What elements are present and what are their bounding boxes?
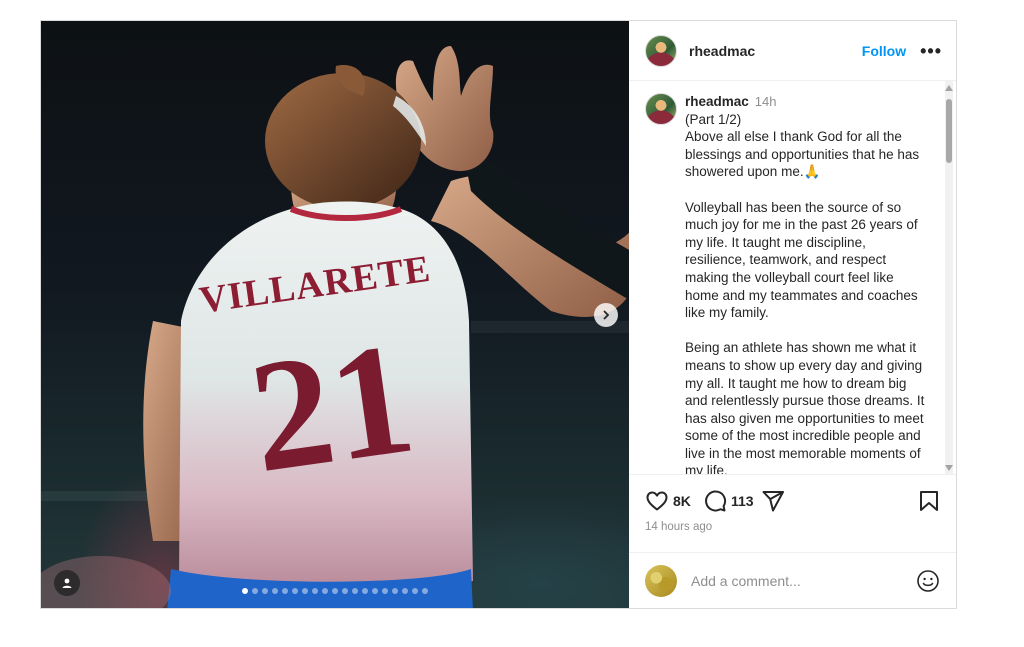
comment-input[interactable] <box>689 571 916 590</box>
like-button[interactable]: 8K <box>645 489 691 513</box>
caption-scroll-area[interactable]: rheadmac 14h (Part 1/2) Above all else I … <box>629 81 956 474</box>
post-actions: 8K 113 14 hours ago <box>629 474 956 552</box>
carousel-indicator <box>41 588 629 594</box>
next-slide-button[interactable] <box>594 303 618 327</box>
caption-time[interactable]: 14h <box>755 94 777 109</box>
carousel-dot <box>242 588 248 594</box>
caption: rheadmac 14h (Part 1/2) Above all else I … <box>629 81 956 474</box>
caption-paragraph: Volleyball has been the source of so muc… <box>685 199 918 321</box>
caption-body: rheadmac 14h (Part 1/2) Above all else I … <box>685 93 925 474</box>
save-button[interactable] <box>918 489 940 513</box>
post-header: rheadmac Follow ••• <box>629 21 956 81</box>
carousel-dot <box>252 588 258 594</box>
comment-button[interactable]: 113 <box>703 489 754 513</box>
carousel-dot <box>412 588 418 594</box>
author-username[interactable]: rheadmac <box>689 43 755 59</box>
athlete-photo: VILLARETE 21 <box>41 46 629 608</box>
avatar[interactable] <box>645 34 677 67</box>
post-sidebar: rheadmac Follow ••• rheadmac 14h (Part 1/… <box>629 21 956 608</box>
caption-paragraph: (Part 1/2) Above all else I thank God fo… <box>685 111 920 180</box>
comment-composer <box>629 552 956 608</box>
current-user-avatar <box>645 564 677 597</box>
like-count[interactable]: 8K <box>673 493 691 509</box>
carousel-dot <box>332 588 338 594</box>
jersey-number: 21 <box>240 308 423 507</box>
smiley-icon[interactable] <box>916 569 940 593</box>
comment-count[interactable]: 113 <box>731 493 754 509</box>
carousel-dot <box>312 588 318 594</box>
carousel-dot <box>272 588 278 594</box>
carousel-dot <box>372 588 378 594</box>
scrollbar-thumb[interactable] <box>946 99 952 163</box>
carousel-dot <box>352 588 358 594</box>
comment-icon <box>705 490 727 512</box>
post-media[interactable]: VILLARETE 21 <box>41 21 629 608</box>
post-timestamp[interactable]: 14 hours ago <box>645 521 712 533</box>
carousel-dot <box>322 588 328 594</box>
follow-button[interactable]: Follow <box>862 43 906 59</box>
carousel-dot <box>382 588 388 594</box>
send-icon <box>762 491 784 512</box>
carousel-dot <box>362 588 368 594</box>
carousel-dot <box>392 588 398 594</box>
caption-paragraph: Being an athlete has shown me what it me… <box>685 340 925 474</box>
carousel-dot <box>262 588 268 594</box>
carousel-dot <box>302 588 308 594</box>
scroll-down-arrow-icon[interactable] <box>945 465 953 471</box>
caption-username[interactable]: rheadmac <box>685 94 749 109</box>
heart-icon <box>646 491 668 511</box>
carousel-dot <box>422 588 428 594</box>
carousel-dot <box>282 588 288 594</box>
share-button[interactable] <box>761 489 785 513</box>
bookmark-icon <box>920 491 938 511</box>
carousel-dot <box>342 588 348 594</box>
caption-avatar[interactable] <box>645 93 677 125</box>
chevron-right-icon <box>603 310 610 320</box>
carousel-dot <box>292 588 298 594</box>
scroll-up-arrow-icon[interactable] <box>945 85 953 91</box>
more-options-icon[interactable]: ••• <box>920 42 942 60</box>
post-modal: VILLARETE 21 rheadmac Follow ••• rheadma… <box>40 20 957 609</box>
carousel-dot <box>402 588 408 594</box>
caption-scrollbar[interactable] <box>942 81 954 474</box>
